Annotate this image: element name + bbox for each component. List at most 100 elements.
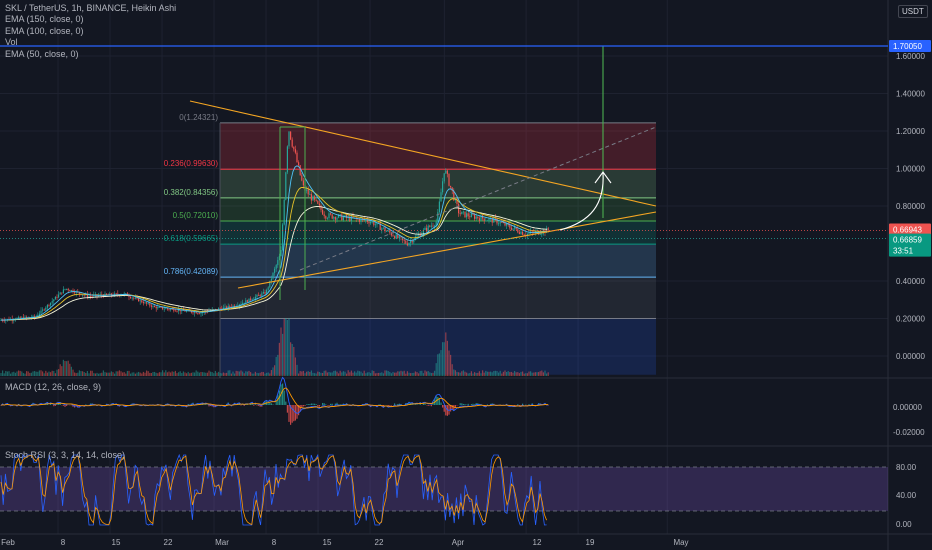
symbol-title[interactable]: SKL / TetherUS, 1h, BINANCE, Heikin Ashi [5,3,176,13]
candle-body [184,310,186,312]
candle-body [70,290,72,292]
volume-bar [280,327,282,376]
volume-bar [346,373,348,376]
fib-level-label: 0.786(0.42089) [164,267,219,276]
candle-body [486,220,488,222]
volume-bar [486,371,488,376]
macd-histogram-bar [53,405,55,407]
price-tick-label: 1.00000 [896,165,925,174]
legend-ema-100[interactable]: EMA (100, close, 0) [5,26,84,36]
candle-body [165,308,167,310]
volume-bar [186,373,188,376]
macd-tick-label: -0.02000 [893,428,925,437]
volume-bar [494,370,496,376]
volume-bar [349,372,351,376]
candle-body [365,220,367,221]
price-tick-label: 1.60000 [896,52,925,61]
candle-body [168,308,170,310]
candle-body [198,313,200,315]
candle-body [141,300,143,303]
volume-bar [118,370,120,376]
volume-bar [488,371,490,376]
candle-body [467,213,469,217]
price-tick-label: 1.40000 [896,90,925,99]
volume-bar [224,373,226,376]
candle-body [333,217,335,219]
candle-body [115,293,117,295]
volume-bar [363,370,365,376]
candle-body [267,287,269,290]
candle-body [245,300,247,303]
currency-badge[interactable]: USDT [898,5,928,18]
candle-body [392,235,394,237]
candle-body [46,305,48,308]
volume-bar [133,372,135,376]
volume-bar [445,332,447,376]
macd-histogram-bar [267,403,269,405]
volume-bar [90,370,92,376]
candle-body [186,311,188,312]
candle-body [282,224,284,250]
volume-bar [277,354,279,376]
candle-body [459,213,461,215]
volume-bar [29,372,31,376]
candle-body [176,310,178,312]
macd-histogram-bar [437,396,439,405]
candle-body [90,295,92,297]
volume-bar [504,370,506,376]
volume-bar [456,371,458,376]
stoch-rsi-label[interactable]: Stoch RSI (3, 3, 14, 14, close) [5,450,125,460]
volume-bar [496,370,498,376]
macd-histogram-bar [291,405,293,423]
volume-bar [114,373,116,376]
volume-bar [101,372,103,376]
countdown-tag: 33:51 [893,247,914,256]
volume-bar [2,370,4,376]
volume-bar [120,371,122,376]
volume-bar [69,363,71,376]
volume-bar [514,371,516,376]
volume-bar [365,373,367,376]
legend-ema-150[interactable]: EMA (150, close, 0) [5,14,84,24]
legend-ema-50[interactable]: EMA (50, close, 0) [5,49,79,59]
candle-body [266,289,268,294]
candle-body [166,308,168,310]
volume-bar [166,372,168,376]
candle-body [53,299,55,302]
volume-bar [386,370,388,376]
macd-histogram-bar [323,403,325,405]
candle-body [142,302,144,304]
volume-bar [227,370,229,376]
candle-body [195,312,197,314]
candle-body [485,220,487,222]
volume-bar [397,371,399,376]
volume-bar [333,370,335,376]
legend-vol[interactable]: Vol [5,37,18,47]
volume-bar [22,373,24,376]
candle-body [325,216,327,219]
volume-bar [408,372,410,376]
fib-retracement[interactable]: 0(1.24321) 0.236(0.99630) 0.382(0.84356) 0.… [164,113,656,378]
macd-histogram-bar [288,405,290,422]
price-chart[interactable]: 0(1.24321) 0.236(0.99630) 0.382(0.84356) 0.… [0,0,932,550]
volume-bar [288,318,290,376]
candle-body [382,227,384,229]
volume-bar [485,370,487,376]
volume-bar [136,372,138,376]
volume-bar [82,371,84,376]
macd-histogram-bar [85,404,87,405]
volume-bar [296,364,298,376]
candle-body [19,317,21,319]
volume-bar [64,361,66,376]
volume-bar [501,373,503,376]
candle-body [286,146,288,173]
macd-histogram-bar [286,405,288,413]
candle-body [163,308,165,310]
volume-bar [304,373,306,376]
volume-bar [544,370,546,376]
volume-bar [78,370,80,376]
volume-bar [141,373,143,376]
candle-body [154,306,156,308]
candle-body [299,165,301,176]
macd-label[interactable]: MACD (12, 26, close, 9) [5,382,101,392]
